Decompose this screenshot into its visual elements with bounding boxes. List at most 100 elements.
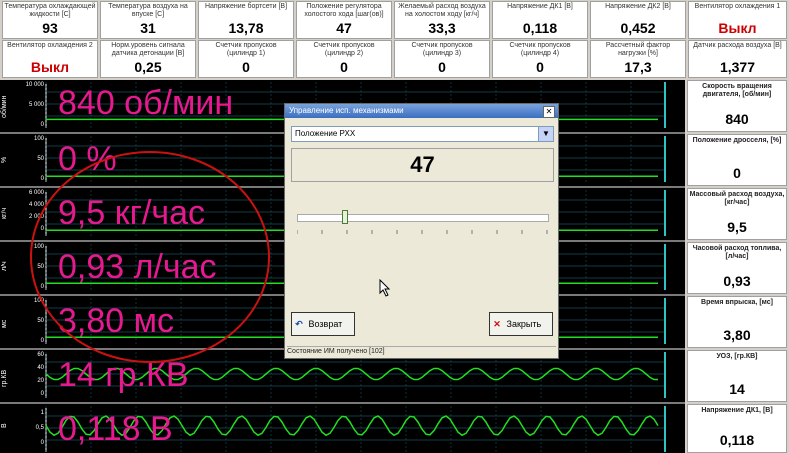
tick-label: 60 (37, 352, 44, 358)
overlay-fuel: 0,93 л/час (58, 248, 217, 286)
status-bar: Состояние ИМ получено [102] (287, 346, 556, 355)
tick-label: 50 (37, 156, 44, 162)
param-cell: Желаемый расход воздуха на холостом ходу… (394, 1, 490, 39)
param-label: Напряжение ДК2 [В] (605, 3, 671, 10)
param-cell: Температура охлаждающей жидкости [С] 93 (2, 1, 98, 39)
tick-label: 0 (40, 338, 44, 344)
param-cell: Счетчик пропусков (цилиндр 4) 0 (492, 40, 588, 78)
axis-label: гр.КВ (1, 369, 8, 387)
param-cell: Вентилятор охлаждения 2 Выкл (2, 40, 98, 78)
param-label: Счетчик пропусков (цилиндр 1) (215, 42, 277, 57)
actuator-value-display: 47 (291, 148, 554, 182)
tick-label: 5 000 (28, 102, 44, 108)
tick-label: 100 (33, 136, 44, 142)
param-cell: Норм.уровень сигнала датчика детонации [… (100, 40, 196, 78)
overlay-injection: 3,80 мс (58, 302, 174, 340)
param-value: 31 (140, 20, 156, 36)
param-value: Выкл (30, 59, 70, 75)
close-x-icon: ✕ (493, 319, 501, 329)
param-cell: Рассчетный фактор нагрузки [%] 17,3 (590, 40, 686, 78)
param-value: 0 (536, 59, 544, 75)
actuator-dialog: Управление исп. механизмами ✕ Положение … (284, 103, 559, 359)
back-button[interactable]: ↶ Возврат (291, 312, 355, 336)
readout-cell: Скорость вращения двигателя, [об/мин] 840 (687, 80, 787, 132)
overlay-timing: 14 гр.КВ (58, 356, 189, 394)
tick-label: 0 (40, 176, 44, 182)
param-label: Вентилятор охлаждения 2 (7, 42, 93, 49)
tick-label: 6 000 (28, 190, 44, 196)
overlay-airflow: 9,5 кг/час (58, 194, 206, 232)
mouse-cursor-icon (379, 279, 391, 297)
overlay-o2: 0,118 В (58, 410, 173, 448)
slider-handle[interactable] (342, 210, 348, 224)
actuator-slider[interactable] (297, 214, 549, 222)
param-value: 33,3 (428, 20, 456, 36)
readout-label: Время впрыска, [мс] (701, 299, 773, 306)
readout-value: 14 (729, 381, 745, 397)
axis-label: % (1, 156, 8, 164)
param-value: 0 (438, 59, 446, 75)
param-cell: Датчик расхода воздуха [В] 1,377 (688, 40, 787, 78)
tick-label: 2 000 (28, 214, 44, 220)
param-label: Желаемый расход воздуха на холостом ходу… (398, 3, 486, 18)
tick-label: 40 (37, 365, 44, 371)
param-cell: Вентилятор охлаждения 1 Выкл (688, 1, 787, 39)
tick-label: 0 (40, 122, 44, 128)
param-value: 0 (242, 59, 250, 75)
readout-label: УОЗ, [гр.КВ] (716, 353, 758, 360)
readout-cell: Время впрыска, [мс] 3,80 (687, 296, 787, 348)
tick-label: 0 (40, 440, 44, 446)
dialog-title: Управление исп. механизмами (285, 104, 558, 118)
tick-label: 0 (40, 391, 44, 397)
readout-value: 3,80 (723, 327, 751, 343)
actuator-select[interactable]: Положение РХХ ▼ (291, 126, 554, 142)
axis-label: мс (1, 319, 8, 329)
param-value: Выкл (718, 20, 757, 36)
top-params-panel: Температура охлаждающей жидкости [С] 93 Т… (0, 0, 789, 80)
param-label: Вентилятор охлаждения 1 (694, 3, 781, 10)
param-cell: Положение регулятора холостого хода [шаг… (296, 1, 392, 39)
dialog-close-icon[interactable]: ✕ (543, 106, 555, 118)
overlay-rpm: 840 об/мин (58, 84, 234, 122)
tick-label: 0,5 (35, 425, 44, 431)
param-value: 0,118 (522, 20, 558, 36)
axis-label: об/мин (1, 95, 8, 119)
readout-label: Положение дросселя, [%] (692, 137, 782, 144)
param-label: Счетчик пропусков (цилиндр 4) (509, 42, 571, 57)
readout-cell: Массовый расход воздуха, [кг/час] 9,5 (687, 188, 787, 240)
readout-cell: Напряжение ДК1, [В] 0,118 (687, 404, 787, 453)
axis-label: В (1, 423, 8, 429)
param-label: Напряжение ДК1 [В] (507, 3, 573, 10)
tick-label: 10 000 (25, 82, 44, 88)
param-label: Напряжение бортсети [В] (204, 3, 288, 10)
param-label: Температура охлаждающей жидкости [С] (4, 3, 96, 18)
right-params-panel: Скорость вращения двигателя, [об/мин] 840… (685, 80, 789, 453)
param-label: Счетчик пропусков (цилиндр 2) (313, 42, 375, 57)
readout-value: 840 (725, 111, 749, 127)
readout-label: Скорость вращения двигателя, [об/мин] (702, 83, 772, 98)
back-button-label: Возврат (308, 319, 343, 329)
axis-label: л/ч (1, 261, 8, 271)
param-value: 0,452 (620, 20, 656, 36)
readout-label: Массовый расход воздуха, [кг/час] (689, 191, 785, 206)
readout-value: 9,5 (727, 219, 747, 235)
tick-label: 20 (37, 378, 44, 384)
row-separator (0, 402, 685, 404)
param-cell: Счетчик пропусков (цилиндр 1) 0 (198, 40, 294, 78)
readout-label: Напряжение ДК1, [В] (701, 407, 773, 414)
chevron-down-icon[interactable]: ▼ (538, 127, 553, 141)
param-cell: Напряжение ДК1 [В] 0,118 (492, 1, 588, 39)
param-label: Счетчик пропусков (цилиндр 3) (411, 42, 473, 57)
tick-label: 50 (37, 264, 44, 270)
param-label: Рассчетный фактор нагрузки [%] (605, 42, 671, 57)
param-value: 0 (340, 59, 348, 75)
readout-cell: УОЗ, [гр.КВ] 14 (687, 350, 787, 402)
param-value: 1,377 (719, 59, 756, 75)
readout-cell: Положение дросселя, [%] 0 (687, 134, 787, 186)
param-value: 93 (42, 20, 58, 36)
param-cell: Счетчик пропусков (цилиндр 2) 0 (296, 40, 392, 78)
tick-label: 0 (40, 284, 44, 290)
param-value: 17,3 (624, 59, 652, 75)
param-cell: Напряжение ДК2 [В] 0,452 (590, 1, 686, 39)
close-button[interactable]: ✕ Закрыть (489, 312, 553, 336)
